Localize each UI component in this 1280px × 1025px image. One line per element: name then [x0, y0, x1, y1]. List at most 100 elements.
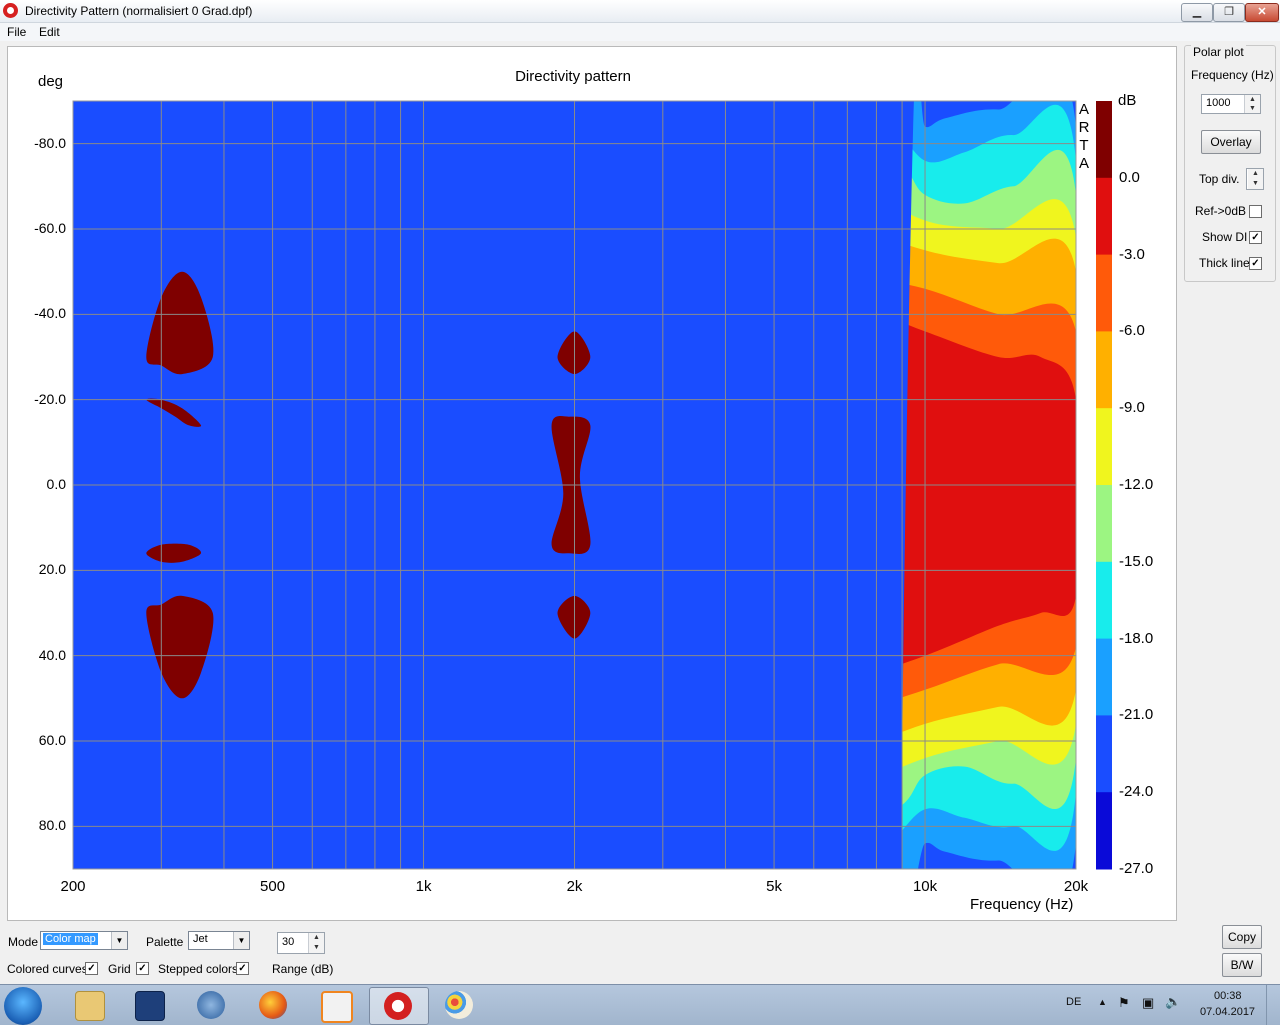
plot-panel: Directivity pattern deg -80.0 -60.0 -40.0-… — [7, 46, 1177, 921]
mode-value: Color map — [43, 933, 98, 945]
y-tick-label: 60.0 — [38, 732, 66, 748]
start-button-icon[interactable] — [4, 987, 42, 1025]
media-player-icon[interactable] — [307, 987, 365, 1023]
arta-icon[interactable] — [369, 987, 429, 1025]
colorbar-unit: dB — [1118, 92, 1137, 109]
ref-0db-label: Ref->0dB — [1195, 204, 1247, 218]
y-tick-label: -60.0 — [34, 220, 66, 236]
x-tick-label: 2k — [566, 878, 583, 895]
colorbar-tick-label: -18.0 — [1119, 629, 1154, 647]
colorbar-tick-label: 0.0 — [1119, 168, 1140, 186]
window-title: Directivity Pattern (normalisiert 0 Grad… — [25, 4, 253, 18]
y-tick-label: -20.0 — [34, 390, 66, 407]
grid-checkbox[interactable]: ✓ — [136, 962, 149, 975]
colorbar-segment — [1096, 792, 1112, 870]
clock-time[interactable]: 00:38 — [1214, 990, 1242, 1002]
palette-value: Jet — [193, 933, 208, 945]
x-tick-label: 10k — [912, 878, 938, 895]
colorbar-segment — [1096, 101, 1112, 179]
top-div-arrows-icon[interactable]: ▲ ▼ — [1248, 169, 1263, 189]
frequency-value: 1000 — [1206, 97, 1231, 109]
explorer-icon[interactable] — [61, 987, 119, 1023]
arta-watermark: ARTA — [1078, 101, 1090, 172]
maximize-button[interactable]: ❐ — [1213, 3, 1245, 22]
menu-bar: File Edit — [0, 23, 1280, 41]
x-axis-label: Frequency (Hz) — [970, 896, 1074, 913]
colorbar-segment — [1096, 561, 1112, 640]
y-tick-label: -80.0 — [34, 134, 66, 151]
colorbar-segment — [1096, 638, 1112, 716]
y-tick-label: 0.0 — [46, 476, 66, 492]
top-div-label: Top div. — [1199, 172, 1240, 186]
colorbar-tick-label: -15.0 — [1119, 552, 1154, 570]
copy-button[interactable]: Copy — [1222, 925, 1262, 949]
bw-button[interactable]: B/W — [1222, 953, 1262, 977]
clock-date[interactable]: 07.04.2017 — [1200, 1006, 1255, 1018]
firefox-icon[interactable] — [245, 987, 303, 1023]
colorbar-tick-label: -24.0 — [1119, 783, 1154, 801]
colorbar-segment — [1096, 177, 1112, 256]
x-tick-label: 200 — [60, 878, 86, 895]
mode-select[interactable]: Color map ▼ — [40, 931, 128, 950]
language-indicator[interactable]: DE — [1066, 996, 1081, 1008]
thick-line-label: Thick line — [1199, 256, 1250, 270]
colored-curves-label: Colored curves — [7, 962, 88, 976]
overlay-button[interactable]: Overlay — [1201, 130, 1261, 154]
show-di-label: Show DI — [1202, 230, 1248, 244]
x-tick-label: 1k — [415, 878, 432, 895]
network-icon[interactable]: ▣ — [1142, 995, 1154, 1011]
colorbar-tick-label: -27.0 — [1119, 860, 1154, 877]
tray-expand-icon[interactable]: ▲ — [1098, 997, 1107, 1007]
show-desktop-button[interactable] — [1266, 985, 1280, 1025]
volume-icon[interactable]: 🔈 — [1165, 994, 1181, 1010]
palette-label: Palette — [146, 935, 184, 949]
y-tick-label: 40.0 — [38, 646, 66, 663]
paint-icon[interactable] — [431, 987, 489, 1023]
title-bar: Directivity Pattern (normalisiert 0 Grad… — [0, 0, 1280, 23]
close-button[interactable]: ✕ — [1245, 3, 1279, 22]
thunderbird-icon[interactable] — [183, 987, 241, 1023]
colorbar-segment — [1096, 485, 1112, 563]
app-icon — [3, 3, 18, 18]
chevron-down-icon[interactable]: ▼ — [233, 932, 249, 949]
y-tick-label: 80.0 — [38, 817, 66, 834]
range-label: Range (dB) — [272, 962, 334, 976]
colorbar-segment — [1096, 331, 1112, 409]
x-tick-label: 5k — [766, 878, 782, 895]
stepped-colors-checkbox[interactable]: ✓ — [236, 962, 249, 975]
frequency-spinner[interactable]: 1000 ▲ ▼ — [1201, 94, 1261, 114]
colorbar-tick-label: -3.0 — [1119, 245, 1145, 263]
x-tick-label: 20k — [1063, 878, 1089, 895]
palette-select[interactable]: Jet ▼ — [188, 931, 250, 950]
y-tick-label: 20.0 — [38, 561, 66, 578]
polar-plot-title: Polar plot — [1191, 45, 1246, 59]
spinner-arrows-icon[interactable]: ▲ ▼ — [1244, 95, 1260, 113]
directivity-chart — [72, 100, 1112, 870]
range-spinner[interactable]: 30 ▲ ▼ — [277, 932, 325, 954]
stepped-colors-label: Stepped colors — [158, 962, 239, 976]
x-tick-label: 500 — [260, 878, 286, 895]
taskbar: DE ▲ ⚑ ▣ 🔈 00:38 07.04.2017 — [0, 984, 1280, 1025]
frequency-label: Frequency (Hz) — [1191, 68, 1274, 82]
thick-line-checkbox[interactable]: ✓ — [1249, 257, 1262, 270]
show-di-checkbox[interactable]: ✓ — [1249, 231, 1262, 244]
menu-edit[interactable]: Edit — [39, 25, 60, 39]
top-div-spinner[interactable]: ▲ ▼ — [1246, 168, 1264, 190]
colorbar-tick-label: -21.0 — [1119, 706, 1154, 724]
colorbar-tick-label: -9.0 — [1119, 399, 1145, 417]
range-arrows-icon[interactable]: ▲ ▼ — [308, 933, 324, 953]
range-value: 30 — [282, 936, 295, 948]
action-center-flag-icon[interactable]: ⚑ — [1118, 995, 1130, 1011]
minimize-button[interactable]: ▁ — [1181, 3, 1213, 22]
y-tick-label: -40.0 — [34, 305, 66, 322]
colorbar-segment — [1096, 715, 1112, 793]
arta-scope-icon[interactable] — [121, 987, 179, 1023]
colored-curves-checkbox[interactable]: ✓ — [85, 962, 98, 975]
colorbar-segment — [1096, 408, 1112, 486]
colorbar-segment — [1096, 254, 1112, 332]
colorbar-tick-label: -12.0 — [1119, 476, 1154, 493]
menu-file[interactable]: File — [7, 25, 26, 39]
ref-0db-checkbox[interactable] — [1249, 205, 1262, 218]
chevron-down-icon[interactable]: ▼ — [111, 932, 127, 949]
grid-label: Grid — [108, 962, 131, 976]
